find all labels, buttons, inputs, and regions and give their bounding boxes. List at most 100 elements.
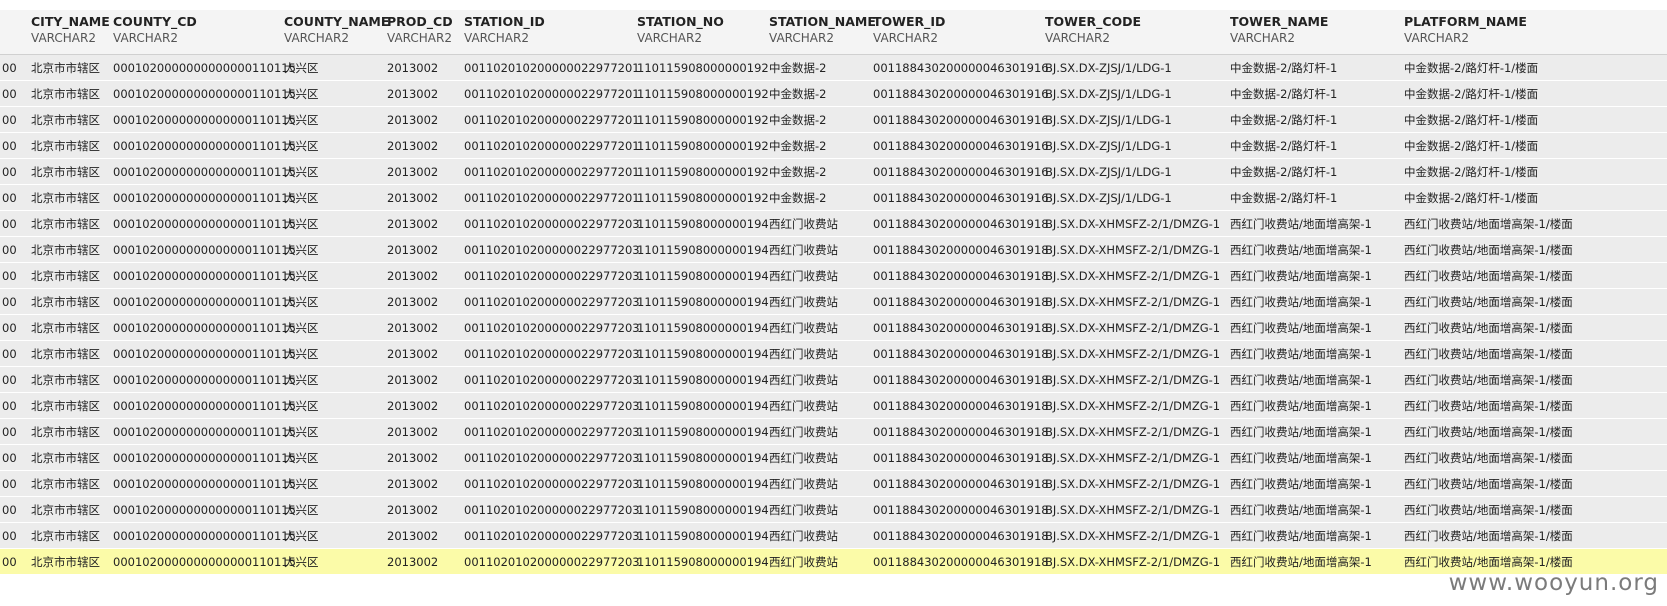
cell-station-id[interactable]: 001102010200000022977201 — [464, 113, 640, 127]
cell-city-name[interactable]: 北京市市辖区 — [31, 555, 100, 569]
cell-tower-name[interactable]: 西红门收费站/地面增高架-1 — [1230, 555, 1372, 569]
cell-platform-name[interactable]: 西红门收费站/地面增高架-1/楼面 — [1404, 373, 1573, 387]
cell-prod-cd[interactable]: 2013002 — [387, 113, 438, 127]
cell-platform-name[interactable]: 西红门收费站/地面增高架-1/楼面 — [1404, 425, 1573, 439]
cell-station-name[interactable]: 中金数据-2 — [769, 191, 826, 205]
cell-tower-code[interactable]: BJ.SX.DX-XHMSFZ-2/1/DMZG-1 — [1045, 451, 1220, 465]
cell-tower-id[interactable]: 001188430200000046301918 — [873, 269, 1049, 283]
cell-station-id[interactable]: 001102010200000022977203 — [464, 555, 640, 569]
cell-station-no[interactable]: 110115908000000194 — [637, 347, 769, 361]
cell-rownum[interactable]: 00 — [2, 61, 17, 75]
column-header-tower-id[interactable]: TOWER_ID VARCHAR2 — [873, 15, 945, 46]
cell-tower-code[interactable]: BJ.SX.DX-ZJSJ/1/LDG-1 — [1045, 113, 1172, 127]
cell-platform-name[interactable]: 西红门收费站/地面增高架-1/楼面 — [1404, 399, 1573, 413]
cell-station-no[interactable]: 110115908000000192 — [637, 87, 769, 101]
cell-tower-name[interactable]: 中金数据-2/路灯杆-1 — [1230, 61, 1337, 75]
cell-tower-id[interactable]: 001188430200000046301918 — [873, 451, 1049, 465]
cell-station-no[interactable]: 110115908000000194 — [637, 243, 769, 257]
cell-tower-id[interactable]: 001188430200000046301918 — [873, 399, 1049, 413]
cell-prod-cd[interactable]: 2013002 — [387, 347, 438, 361]
cell-tower-code[interactable]: BJ.SX.DX-XHMSFZ-2/1/DMZG-1 — [1045, 399, 1220, 413]
cell-rownum[interactable]: 00 — [2, 113, 17, 127]
cell-tower-code[interactable]: BJ.SX.DX-XHMSFZ-2/1/DMZG-1 — [1045, 373, 1220, 387]
cell-tower-code[interactable]: BJ.SX.DX-XHMSFZ-2/1/DMZG-1 — [1045, 321, 1220, 335]
cell-city-name[interactable]: 北京市市辖区 — [31, 503, 100, 517]
cell-platform-name[interactable]: 西红门收费站/地面增高架-1/楼面 — [1404, 321, 1573, 335]
cell-station-id[interactable]: 001102010200000022977203 — [464, 373, 640, 387]
cell-county-cd[interactable]: 0001020000000000000110115 — [113, 113, 296, 127]
cell-station-name[interactable]: 西红门收费站 — [769, 347, 838, 361]
table-row[interactable]: 00 北京市市辖区 0001020000000000000110115 大兴区 2013… — [0, 289, 1667, 315]
cell-tower-code[interactable]: BJ.SX.DX-XHMSFZ-2/1/DMZG-1 — [1045, 555, 1220, 569]
cell-rownum[interactable]: 00 — [2, 451, 17, 465]
cell-county-cd[interactable]: 0001020000000000000110115 — [113, 61, 296, 75]
cell-station-name[interactable]: 西红门收费站 — [769, 399, 838, 413]
column-header-tower-name[interactable]: TOWER_NAME VARCHAR2 — [1230, 15, 1328, 46]
cell-prod-cd[interactable]: 2013002 — [387, 373, 438, 387]
cell-rownum[interactable]: 00 — [2, 165, 17, 179]
table-row[interactable]: 00 北京市市辖区 0001020000000000000110115 大兴区 2013… — [0, 107, 1667, 133]
cell-station-no[interactable]: 110115908000000194 — [637, 451, 769, 465]
cell-tower-id[interactable]: 001188430200000046301918 — [873, 503, 1049, 517]
cell-tower-name[interactable]: 中金数据-2/路灯杆-1 — [1230, 165, 1337, 179]
cell-prod-cd[interactable]: 2013002 — [387, 529, 438, 543]
cell-prod-cd[interactable]: 2013002 — [387, 399, 438, 413]
cell-station-no[interactable]: 110115908000000194 — [637, 269, 769, 283]
cell-county-name[interactable]: 大兴区 — [284, 191, 319, 205]
cell-tower-name[interactable]: 西红门收费站/地面增高架-1 — [1230, 425, 1372, 439]
cell-rownum[interactable]: 00 — [2, 269, 17, 283]
cell-county-name[interactable]: 大兴区 — [284, 269, 319, 283]
cell-platform-name[interactable]: 西红门收费站/地面增高架-1/楼面 — [1404, 243, 1573, 257]
cell-platform-name[interactable]: 中金数据-2/路灯杆-1/楼面 — [1404, 87, 1538, 101]
column-header-platform-name[interactable]: PLATFORM_NAME VARCHAR2 — [1404, 15, 1527, 46]
cell-county-cd[interactable]: 0001020000000000000110115 — [113, 165, 296, 179]
cell-county-name[interactable]: 大兴区 — [284, 61, 319, 75]
cell-county-name[interactable]: 大兴区 — [284, 295, 319, 309]
cell-prod-cd[interactable]: 2013002 — [387, 165, 438, 179]
cell-county-name[interactable]: 大兴区 — [284, 321, 319, 335]
cell-rownum[interactable]: 00 — [2, 217, 17, 231]
cell-platform-name[interactable]: 中金数据-2/路灯杆-1/楼面 — [1404, 191, 1538, 205]
cell-tower-code[interactable]: BJ.SX.DX-ZJSJ/1/LDG-1 — [1045, 191, 1172, 205]
cell-tower-code[interactable]: BJ.SX.DX-ZJSJ/1/LDG-1 — [1045, 87, 1172, 101]
cell-county-cd[interactable]: 0001020000000000000110115 — [113, 373, 296, 387]
cell-tower-id[interactable]: 001188430200000046301916 — [873, 113, 1049, 127]
cell-platform-name[interactable]: 中金数据-2/路灯杆-1/楼面 — [1404, 139, 1538, 153]
cell-city-name[interactable]: 北京市市辖区 — [31, 243, 100, 257]
cell-city-name[interactable]: 北京市市辖区 — [31, 347, 100, 361]
cell-tower-id[interactable]: 001188430200000046301916 — [873, 165, 1049, 179]
cell-county-cd[interactable]: 0001020000000000000110115 — [113, 243, 296, 257]
table-row[interactable]: 00 北京市市辖区 0001020000000000000110115 大兴区 2013… — [0, 133, 1667, 159]
cell-city-name[interactable]: 北京市市辖区 — [31, 113, 100, 127]
table-row[interactable]: 00 北京市市辖区 0001020000000000000110115 大兴区 2013… — [0, 367, 1667, 393]
table-row[interactable]: 00 北京市市辖区 0001020000000000000110115 大兴区 2013… — [0, 159, 1667, 185]
cell-county-cd[interactable]: 0001020000000000000110115 — [113, 295, 296, 309]
cell-tower-name[interactable]: 西红门收费站/地面增高架-1 — [1230, 451, 1372, 465]
cell-county-name[interactable]: 大兴区 — [284, 87, 319, 101]
cell-station-no[interactable]: 110115908000000194 — [637, 321, 769, 335]
cell-tower-name[interactable]: 西红门收费站/地面增高架-1 — [1230, 217, 1372, 231]
cell-tower-id[interactable]: 001188430200000046301918 — [873, 243, 1049, 257]
cell-tower-code[interactable]: BJ.SX.DX-XHMSFZ-2/1/DMZG-1 — [1045, 295, 1220, 309]
cell-station-id[interactable]: 001102010200000022977203 — [464, 269, 640, 283]
cell-county-name[interactable]: 大兴区 — [284, 529, 319, 543]
cell-station-id[interactable]: 001102010200000022977203 — [464, 503, 640, 517]
cell-tower-name[interactable]: 西红门收费站/地面增高架-1 — [1230, 321, 1372, 335]
cell-station-name[interactable]: 西红门收费站 — [769, 321, 838, 335]
table-row[interactable]: 00 北京市市辖区 0001020000000000000110115 大兴区 2013… — [0, 445, 1667, 471]
column-header-station-id[interactable]: STATION_ID VARCHAR2 — [464, 15, 545, 46]
cell-tower-id[interactable]: 001188430200000046301918 — [873, 373, 1049, 387]
cell-county-name[interactable]: 大兴区 — [284, 113, 319, 127]
cell-city-name[interactable]: 北京市市辖区 — [31, 529, 100, 543]
cell-county-name[interactable]: 大兴区 — [284, 373, 319, 387]
cell-rownum[interactable]: 00 — [2, 555, 17, 569]
cell-station-id[interactable]: 001102010200000022977203 — [464, 529, 640, 543]
cell-prod-cd[interactable]: 2013002 — [387, 503, 438, 517]
table-row[interactable]: 00 北京市市辖区 0001020000000000000110115 大兴区 2013… — [0, 185, 1667, 211]
cell-county-cd[interactable]: 0001020000000000000110115 — [113, 347, 296, 361]
cell-station-id[interactable]: 001102010200000022977201 — [464, 191, 640, 205]
cell-platform-name[interactable]: 西红门收费站/地面增高架-1/楼面 — [1404, 217, 1573, 231]
cell-station-no[interactable]: 110115908000000194 — [637, 503, 769, 517]
cell-station-no[interactable]: 110115908000000194 — [637, 217, 769, 231]
cell-station-name[interactable]: 西红门收费站 — [769, 425, 838, 439]
